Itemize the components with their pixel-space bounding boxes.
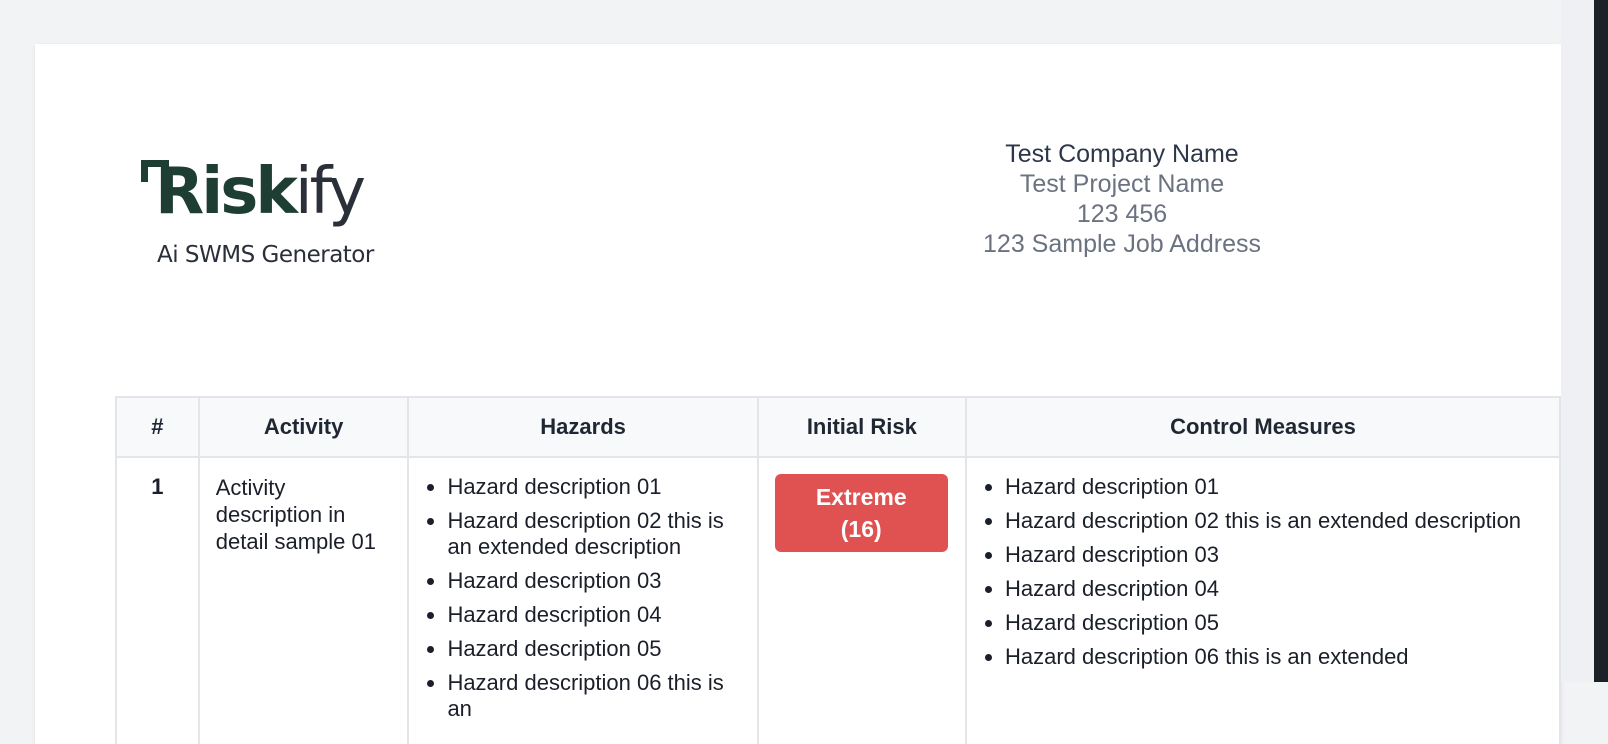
control-measure-item: Hazard description 03 [983, 542, 1543, 568]
table-header-row: # Activity Hazards Initial Risk Control … [115, 396, 1561, 458]
header-hazards: Hazards [407, 396, 759, 458]
project-name: Test Project Name [1019, 170, 1225, 198]
control-measure-item: Hazard description 01 [983, 474, 1543, 500]
risk-badge: Extreme (16) [774, 474, 948, 552]
header-number: # [115, 396, 200, 458]
activity-cell: Activity description in detail sample 01 [197, 456, 410, 744]
project-number: 123 456 [1076, 200, 1168, 228]
hazard-list: Hazard description 01 Hazard description… [425, 474, 740, 722]
logo-wordmark: Riskify [155, 160, 366, 224]
header-control-measures: Control Measures [964, 396, 1561, 458]
company-name: Test Company Name [1005, 140, 1239, 168]
viewer-gutter [1561, 0, 1594, 682]
control-measure-item: Hazard description 05 [983, 610, 1543, 636]
header-initial-risk: Initial Risk [756, 396, 967, 458]
row-number: 1 [115, 456, 200, 744]
document-page: Riskify Ai SWMS Generator Test Company N… [35, 44, 1561, 744]
risk-level: Extreme [815, 484, 907, 510]
control-measure-item: Hazard description 02 this is an extende… [983, 508, 1543, 534]
company-details: Test Company Name Test Project Name 123 … [935, 139, 1309, 259]
job-address: 123 Sample Job Address [983, 230, 1261, 258]
hazard-item: Hazard description 03 [425, 568, 740, 594]
hazard-item: Hazard description 05 [425, 636, 740, 662]
logo-word-main: Risk [155, 155, 298, 229]
hazards-cell: Hazard description 01 Hazard description… [407, 456, 759, 744]
control-measure-item: Hazard description 04 [983, 576, 1543, 602]
logo-tagline: Ai SWMS Generator [157, 242, 374, 268]
window-edge [1594, 0, 1608, 682]
initial-risk-cell: Extreme (16) [756, 456, 967, 744]
risk-score: (16) [840, 516, 882, 542]
control-measure-list: Hazard description 01 Hazard description… [983, 474, 1543, 670]
swms-table: # Activity Hazards Initial Risk Control … [115, 396, 1561, 744]
control-measures-cell: Hazard description 01 Hazard description… [964, 456, 1561, 744]
hazard-item: Hazard description 01 [425, 474, 740, 500]
header-activity: Activity [197, 396, 410, 458]
riskify-logo: Riskify Ai SWMS Generator [141, 160, 391, 280]
control-measure-item: Hazard description 06 this is an extende… [983, 644, 1543, 670]
table-row: 1 Activity description in detail sample … [115, 456, 1561, 744]
hazard-item: Hazard description 02 this is an extende… [425, 508, 740, 560]
logo-word-tail: ify [294, 155, 366, 229]
hazard-item: Hazard description 04 [425, 602, 740, 628]
hazard-item: Hazard description 06 this is an [425, 670, 740, 722]
